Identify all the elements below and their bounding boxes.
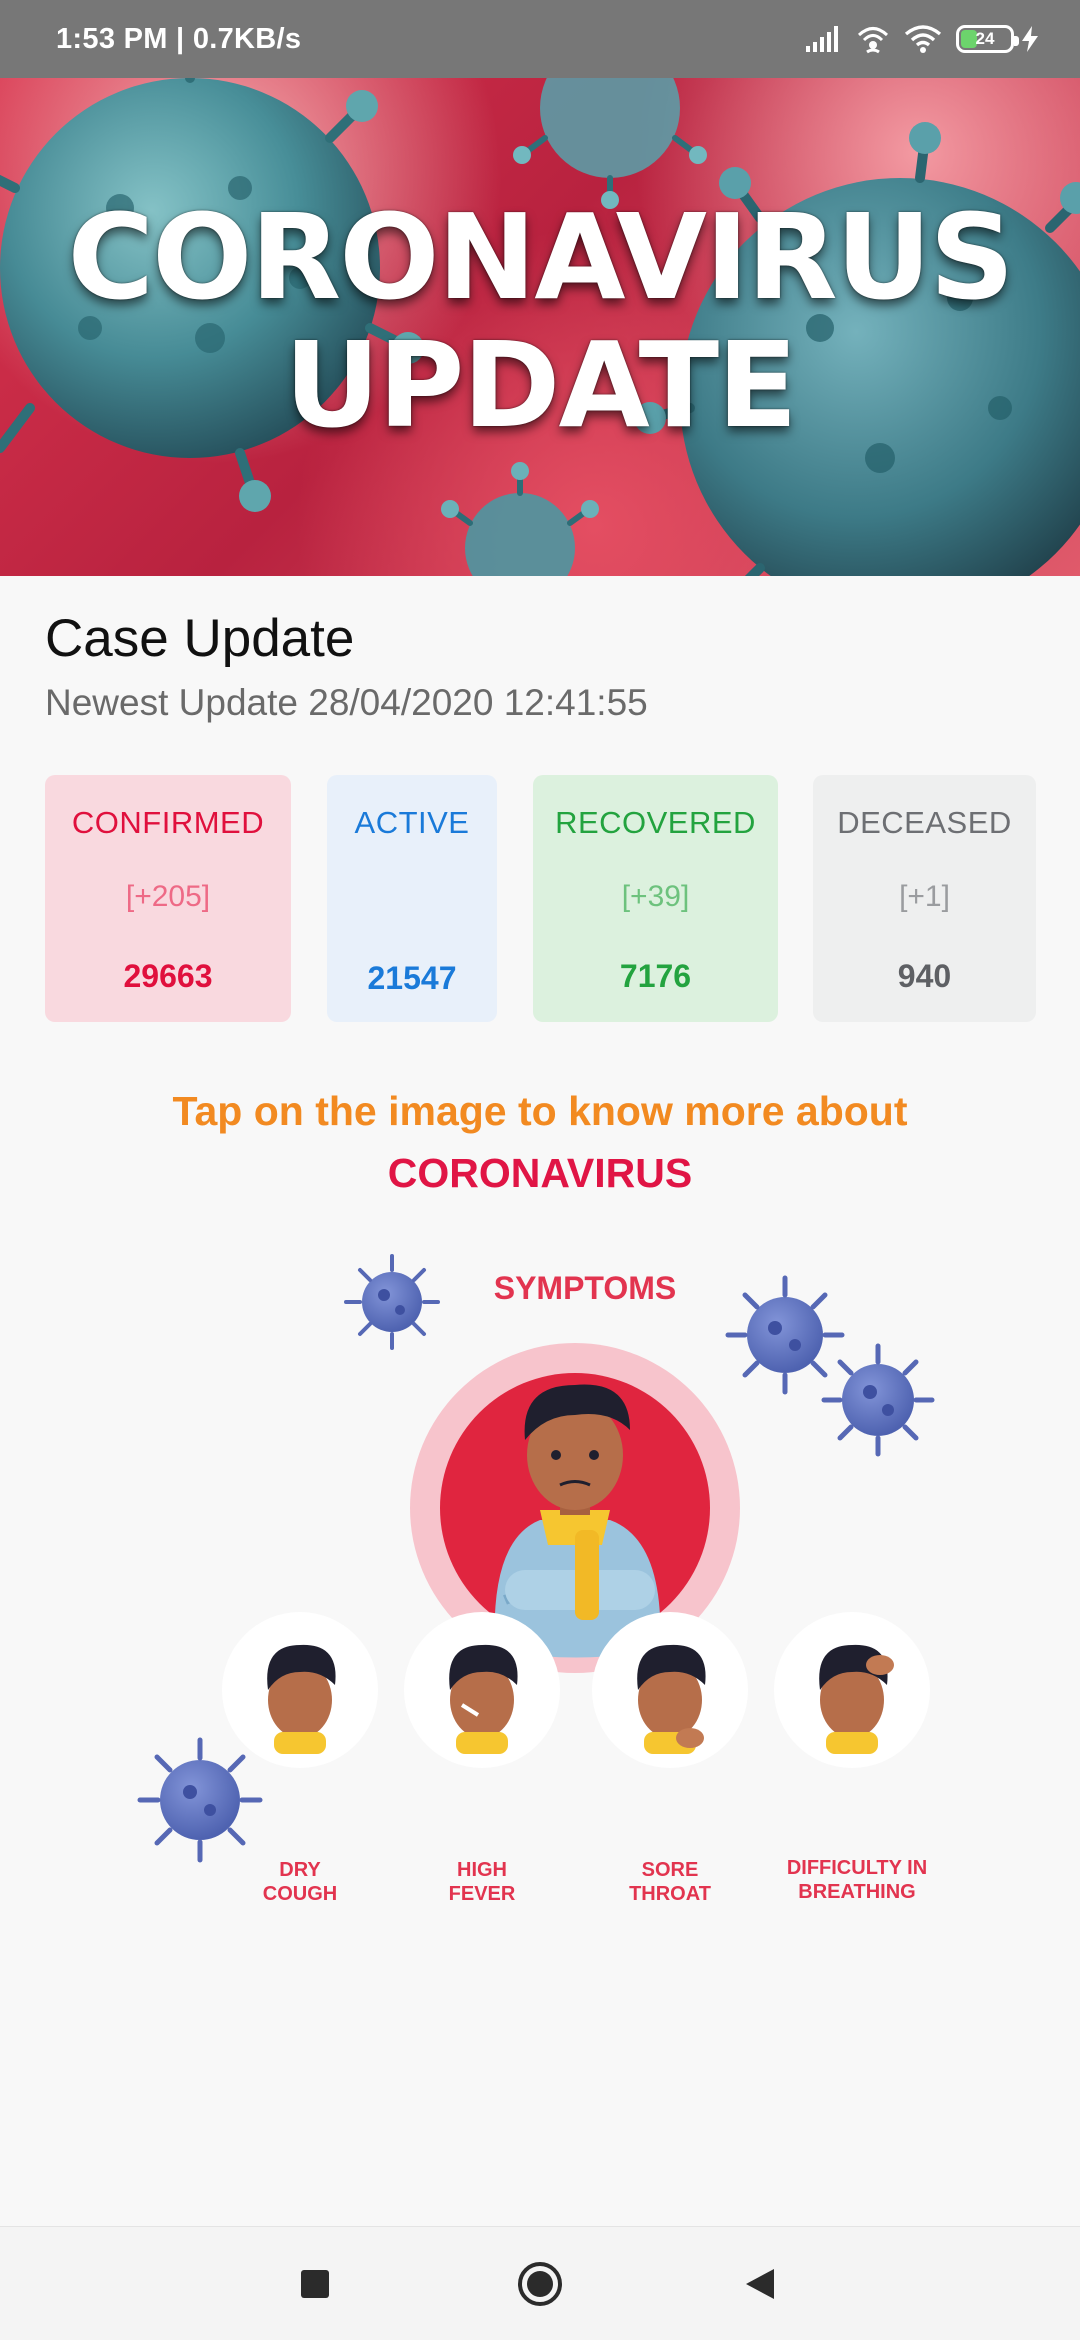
dry-cough-label: DRY COUGH bbox=[215, 1858, 385, 1906]
home-button[interactable] bbox=[510, 2254, 570, 2314]
battery-indicator: 24 bbox=[956, 25, 1038, 53]
active-card: ACTIVE 21547 bbox=[327, 775, 497, 1022]
active-value: 21547 bbox=[367, 960, 457, 996]
active-label: ACTIVE bbox=[354, 805, 470, 840]
banner-title-line1: CORONAVIRUS bbox=[67, 188, 1014, 326]
high-fever-label-line1: HIGH bbox=[457, 1859, 507, 1881]
breathing-difficulty-label-line1: DIFFICULTY IN bbox=[786, 1857, 928, 1879]
confirmed-card: CONFIRMED [+205] 29663 bbox=[45, 775, 291, 1022]
sore-throat-label-line2: THROAT bbox=[629, 1883, 711, 1905]
case-update-title: Case Update bbox=[45, 609, 355, 668]
battery-icon: 24 bbox=[956, 25, 1019, 53]
deceased-value: 940 bbox=[897, 958, 952, 994]
recents-button[interactable] bbox=[285, 2254, 345, 2314]
tap-prompt-line2: CORONAVIRUS bbox=[387, 1150, 693, 1196]
recovered-value: 7176 bbox=[619, 958, 692, 994]
banner-title-line2: UPDATE bbox=[284, 316, 798, 454]
dry-cough-label-line2: COUGH bbox=[262, 1883, 338, 1905]
confirmed-value: 29663 bbox=[123, 958, 213, 994]
symptoms-title: SYMPTOMS bbox=[493, 1270, 677, 1306]
recovered-delta: [+39] bbox=[621, 880, 690, 913]
confirmed-delta: [+205] bbox=[125, 880, 211, 913]
symptoms-illustration bbox=[137, 1254, 935, 1863]
tap-prompt-line1: Tap on the image to know more about bbox=[172, 1088, 908, 1134]
confirmed-label: CONFIRMED bbox=[71, 805, 265, 840]
germ-icon bbox=[137, 1737, 263, 1863]
symptoms-image[interactable]: SYMPTOMS DRY COUGH HIGH FEVER SORE THROA… bbox=[0, 1240, 1080, 1960]
deceased-label: DECEASED bbox=[837, 805, 1012, 840]
recents-square-icon bbox=[301, 2270, 329, 2298]
back-triangle-icon bbox=[746, 2269, 774, 2299]
deceased-delta: [+1] bbox=[899, 880, 950, 913]
breathing-difficulty-label-line2: BREATHING bbox=[798, 1881, 916, 1903]
sore-throat-label: SORE THROAT bbox=[585, 1858, 755, 1906]
hotspot-icon bbox=[857, 27, 889, 54]
sore-throat-label-line1: SORE bbox=[641, 1859, 699, 1881]
wifi-icon bbox=[904, 25, 942, 53]
system-navigation-bar bbox=[0, 2226, 1080, 2340]
charging-bolt-icon bbox=[1022, 26, 1038, 52]
battery-level: 24 bbox=[975, 29, 995, 48]
home-circle-icon bbox=[518, 2262, 562, 2306]
high-fever-label: HIGH FEVER bbox=[397, 1858, 567, 1906]
recovered-card: RECOVERED [+39] 7176 bbox=[533, 775, 778, 1022]
breathing-difficulty-icon bbox=[774, 1612, 930, 1768]
breathing-difficulty-label: DIFFICULTY IN BREATHING bbox=[767, 1856, 947, 1904]
back-button[interactable] bbox=[730, 2254, 790, 2314]
high-fever-icon bbox=[404, 1612, 560, 1768]
recovered-label: RECOVERED bbox=[555, 805, 756, 840]
coronavirus-banner-image: CORONAVIRUS UPDATE bbox=[0, 78, 1080, 576]
germ-icon bbox=[344, 1254, 440, 1350]
high-fever-label-line2: FEVER bbox=[448, 1883, 516, 1905]
dry-cough-label-line1: DRY bbox=[279, 1859, 321, 1881]
germ-icon bbox=[725, 1275, 845, 1395]
dry-cough-icon bbox=[222, 1612, 378, 1768]
status-bar: 1:53 PM | 0.7KB/s 24 bbox=[0, 0, 1080, 78]
sore-throat-icon bbox=[592, 1612, 748, 1768]
germ-icon bbox=[821, 1343, 935, 1457]
status-time: 1:53 PM | 0.7KB/s bbox=[56, 22, 302, 55]
deceased-card: DECEASED [+1] 940 bbox=[813, 775, 1036, 1022]
last-updated-text: Newest Update 28/04/2020 12:41:55 bbox=[45, 682, 648, 723]
status-icons: 24 bbox=[806, 24, 1038, 54]
signal-icon bbox=[806, 26, 838, 52]
